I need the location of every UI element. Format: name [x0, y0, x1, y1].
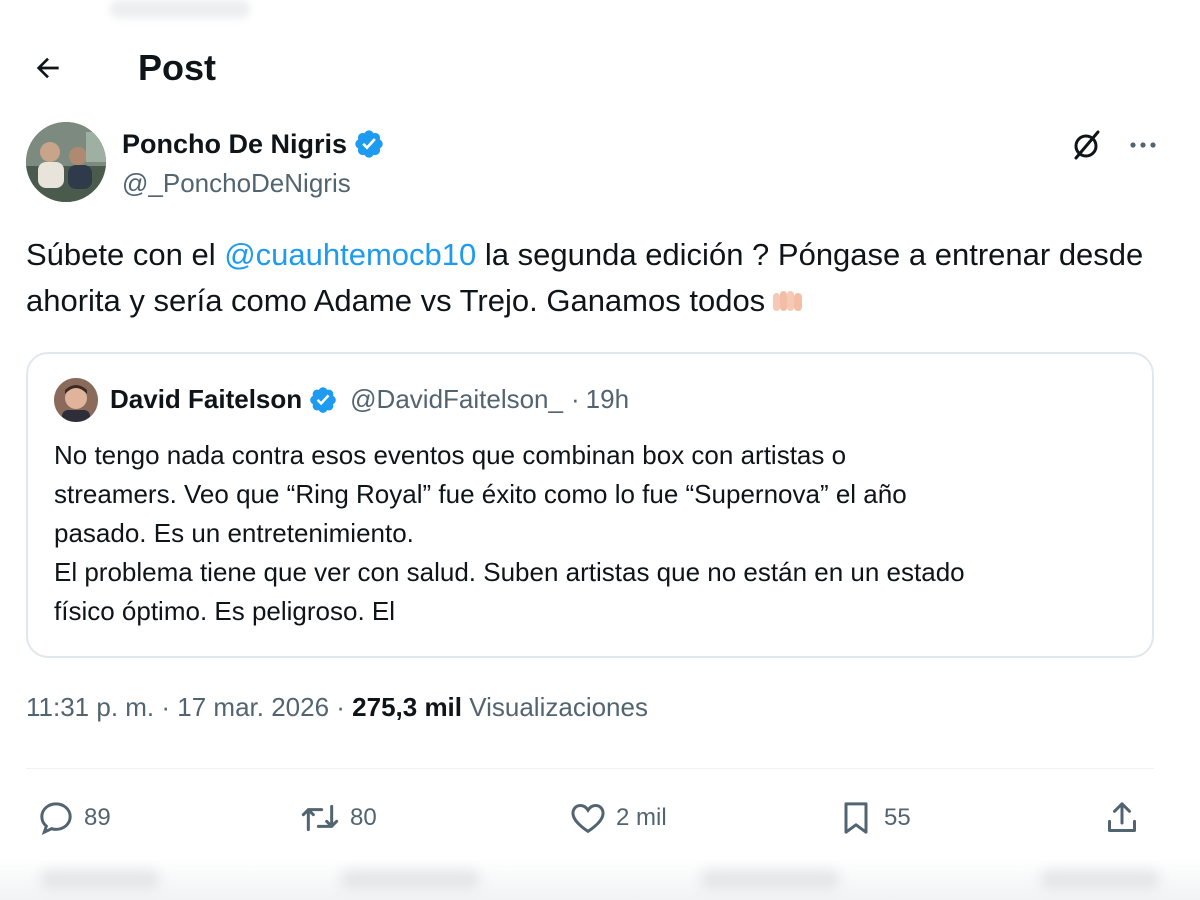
action-bar: 89 80 2 mil 55 [26, 790, 1154, 846]
quote-author-name[interactable]: David Faitelson [110, 384, 302, 415]
author-row: Poncho De Nigris @_PonchoDeNigris [26, 122, 1160, 206]
blur-artifact [0, 858, 1200, 900]
quote-line: No tengo nada contra esos eventos que co… [54, 440, 847, 470]
post-date[interactable]: 17 mar. 2026 [177, 692, 329, 723]
grok-icon[interactable] [1070, 128, 1104, 162]
meta-separator: · [154, 692, 178, 722]
quote-body: No tengo nada contra esos eventos que co… [54, 436, 1134, 631]
post-header: Post [28, 40, 1160, 96]
author-avatar[interactable] [26, 122, 106, 202]
back-arrow-icon [36, 57, 59, 79]
quote-line: streamers. Veo que “Ring Royal” fue éxit… [54, 479, 907, 509]
heart-icon [571, 803, 605, 834]
quote-author-handle[interactable]: @DavidFaitelson_ [350, 384, 563, 415]
like-button[interactable]: 2 mil [568, 790, 667, 846]
blur-artifact [110, 0, 250, 18]
quote-header: David Faitelson @DavidFaitelson_ · 19h [110, 384, 629, 415]
quote-author-avatar[interactable] [54, 378, 98, 422]
author-handle[interactable]: @_PonchoDeNigris [122, 168, 351, 199]
fist-emoji-icon [773, 291, 803, 311]
post-time[interactable]: 11:31 p. m. [26, 692, 154, 723]
quoted-post[interactable]: David Faitelson @DavidFaitelson_ · 19h N… [26, 352, 1154, 658]
post-page: Post Poncho De Nigris @_PonchoDeNigris S… [0, 0, 1200, 900]
tweet-text-start: Súbete con el [26, 237, 225, 272]
repost-count: 80 [350, 804, 377, 831]
divider [26, 768, 1154, 769]
bookmark-icon [844, 802, 868, 834]
views-label: Visualizaciones [462, 692, 648, 722]
like-count: 2 mil [616, 804, 667, 831]
author-name-row: Poncho De Nigris [122, 128, 385, 160]
author-name[interactable]: Poncho De Nigris [122, 129, 347, 160]
quote-line: pasado. Es un entretenimiento. [54, 518, 414, 548]
repost-icon [301, 804, 339, 832]
bookmark-button[interactable]: 55 [836, 790, 911, 846]
reply-icon [40, 802, 72, 836]
quote-line: físico óptimo. Es peligroso. El [54, 596, 396, 626]
verified-badge-icon [310, 386, 336, 413]
meta-separator: · [329, 692, 353, 722]
repost-button[interactable]: 80 [298, 790, 377, 846]
back-button[interactable] [28, 48, 68, 88]
more-options-icon[interactable] [1126, 128, 1160, 162]
tweet-text: Súbete con el @cuauhtemocb10 la segunda … [26, 232, 1166, 324]
reply-count: 89 [84, 804, 111, 831]
share-button[interactable] [1102, 790, 1142, 846]
quote-separator: · [570, 384, 580, 414]
page-title: Post [138, 47, 217, 88]
quote-line: El problema tiene que ver con salud. Sub… [54, 557, 965, 587]
author-actions [1070, 128, 1160, 162]
share-icon [1108, 802, 1136, 832]
bookmark-count: 55 [884, 804, 911, 831]
mention-link[interactable]: @cuauhtemocb10 [224, 237, 476, 272]
post-meta: 11:31 p. m. · 17 mar. 2026 · 275,3 mil V… [26, 692, 648, 723]
verified-badge-icon [355, 130, 383, 158]
reply-button[interactable]: 89 [36, 790, 111, 846]
quote-timestamp[interactable]: 19h [586, 384, 629, 415]
views-count: 275,3 mil [352, 692, 463, 722]
